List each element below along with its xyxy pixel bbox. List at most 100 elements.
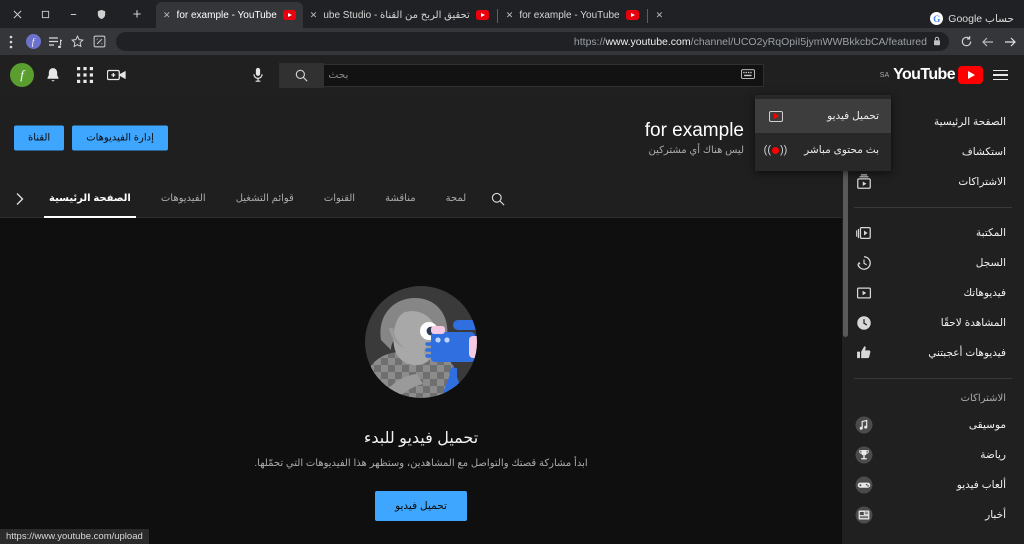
bell-icon[interactable] — [40, 62, 66, 88]
search-input[interactable]: بحث — [324, 63, 765, 87]
tab-close-icon[interactable]: ✕ — [506, 10, 514, 21]
tab-title: for example - YouTube — [176, 9, 277, 21]
browser-tab[interactable]: ✕ تحقيق الربح من القناة - ube Studio — [303, 2, 496, 28]
refresh-icon[interactable] — [955, 31, 977, 53]
browser-profile-button[interactable]: f — [22, 31, 44, 53]
address-bar[interactable]: https://www.youtube.com/channel/UCO2yRqO… — [116, 32, 949, 51]
sidebar-item-your-videos[interactable]: فيديوهاتك — [842, 278, 1024, 308]
sidebar-item-subscriptions[interactable]: الاشتراكات — [842, 167, 1024, 197]
collections-icon[interactable] — [88, 31, 110, 53]
tab-title: for example - YouTube — [519, 9, 620, 21]
sidebar-item-label: موسيقى — [968, 419, 1006, 431]
browser-tab-overflow[interactable]: ✕ — [649, 2, 671, 28]
browser-status-bar: https://www.youtube.com/upload — [0, 529, 149, 544]
video-camera-plus-icon[interactable] — [104, 62, 130, 88]
sidebar-item-label: رياضة — [980, 449, 1006, 461]
tab-discussion[interactable]: مناقشة — [370, 180, 430, 218]
kebab-menu-icon[interactable] — [0, 31, 22, 53]
microphone-icon[interactable] — [245, 62, 271, 88]
youtube-logo-text: YouTube — [893, 66, 955, 83]
google-account-button[interactable]: حساب Google G — [922, 12, 1024, 28]
reading-list-icon[interactable] — [44, 31, 66, 53]
keyboard-icon[interactable] — [741, 68, 756, 82]
your-videos-icon — [854, 283, 874, 303]
sidebar-item-label: أخبار — [985, 509, 1006, 521]
sidebar-item-label: فيديوهاتك — [963, 287, 1006, 299]
channel-tabs: لمحة مناقشة القنوات قوائم التشغيل الفيدي… — [0, 180, 842, 218]
screen: + ✕ for example - YouTube ✕ تحقيق الربح … — [0, 0, 1024, 544]
tab-close-icon[interactable]: ✕ — [656, 10, 664, 21]
sidebar-item-watch-later[interactable]: المشاهدة لاحقًا — [842, 308, 1024, 338]
youtube-logo[interactable]: YouTube SA — [880, 66, 983, 84]
subscriptions-icon — [854, 172, 874, 192]
create-video-dropdown-menu: تحميل فيديو (()) بث محتوى مباشر — [755, 95, 891, 171]
forward-arrow-icon[interactable] — [999, 31, 1021, 53]
menu-item-upload-video[interactable]: تحميل فيديو — [755, 99, 891, 133]
channel-name: for example — [644, 120, 744, 142]
sidebar-item-label: استكشاف — [961, 146, 1006, 158]
tab-home[interactable]: الصفحة الرئيسية — [34, 180, 146, 218]
watch-later-icon — [854, 313, 874, 333]
lock-icon — [933, 36, 941, 48]
upload-video-button[interactable]: تحميل فيديو — [375, 490, 467, 521]
search-button[interactable] — [279, 62, 325, 88]
sidebar-item-label: السجل — [975, 257, 1006, 269]
menu-item-label: تحميل فيديو — [827, 110, 879, 122]
youtube-apps-grid-icon[interactable] — [72, 62, 98, 88]
google-logo-icon: G — [930, 12, 944, 25]
browser-tab[interactable]: ✕ for example - YouTube — [499, 2, 646, 28]
youtube-favicon — [282, 10, 296, 20]
browser-tab[interactable]: ✕ for example - YouTube — [156, 2, 303, 28]
sidebar-item-history[interactable]: السجل — [842, 248, 1024, 278]
tab-title: تحقيق الربح من القناة - ube Studio — [323, 9, 470, 21]
back-arrow-icon[interactable] — [977, 31, 999, 53]
tab-close-icon[interactable]: ✕ — [310, 10, 318, 21]
sidebar-item-music[interactable]: موسيقى — [842, 410, 1024, 440]
sidebar-item-sports[interactable]: رياضة — [842, 440, 1024, 470]
guide-library-section: المكتبة السجل فيديوهاتك المشاهدة لاحقًا … — [842, 212, 1024, 374]
sidebar-item-label: الصفحة الرئيسية — [933, 116, 1006, 128]
tab-about[interactable]: لمحة — [431, 180, 482, 218]
news-icon — [854, 505, 874, 525]
sidebar-item-library[interactable]: المكتبة — [842, 218, 1024, 248]
thumbs-up-icon — [854, 343, 874, 363]
guide-subscriptions-section: موسيقى رياضة ألعاب فيديو أخبار — [842, 410, 1024, 536]
tab-videos[interactable]: الفيديوهات — [146, 180, 221, 218]
channel-header: f for example ليس هناك أي مشتركين إدارة … — [0, 95, 842, 180]
youtube-masthead: YouTube SA بحث f — [0, 55, 1024, 95]
chevron-right-icon[interactable] — [6, 180, 34, 218]
tab-channels[interactable]: القنوات — [309, 180, 370, 218]
upload-video-icon — [767, 108, 784, 125]
window-restore-icon[interactable] — [32, 2, 58, 26]
tab-playlists[interactable]: قوائم التشغيل — [221, 180, 309, 218]
sidebar-item-gaming[interactable]: ألعاب فيديو — [842, 470, 1024, 500]
trophy-icon — [854, 445, 874, 465]
library-icon — [854, 223, 874, 243]
menu-item-go-live[interactable]: (()) بث محتوى مباشر — [755, 133, 891, 167]
star-icon[interactable] — [66, 31, 88, 53]
sidebar-item-liked-videos[interactable]: فيديوهات أعجبتني — [842, 338, 1024, 368]
youtube-country-code: SA — [879, 71, 890, 79]
go-live-icon: (()) — [763, 144, 788, 156]
window-close-icon[interactable] — [4, 2, 30, 26]
manage-videos-button[interactable]: إدارة الفيديوهات — [72, 125, 168, 150]
gaming-icon — [854, 475, 874, 495]
avatar[interactable]: f — [10, 63, 34, 87]
browser-shield-icon[interactable] — [88, 2, 114, 26]
guide-divider — [854, 378, 1012, 379]
youtube-favicon — [625, 10, 639, 20]
menu-item-label: بث محتوى مباشر — [804, 144, 879, 156]
empty-state-description: ابدأ مشاركة قصتك والتواصل مع المشاهدين، … — [254, 457, 588, 469]
hamburger-menu-icon[interactable] — [987, 64, 1014, 87]
new-tab-button[interactable]: + — [124, 1, 150, 27]
tab-close-icon[interactable]: ✕ — [163, 10, 171, 21]
address-url: https://www.youtube.com/channel/UCO2yRqO… — [574, 36, 927, 48]
window-minimize-icon[interactable] — [60, 2, 86, 26]
sidebar-item-news[interactable]: أخبار — [842, 500, 1024, 530]
url-path: /channel/UCO2yRqOpiI5jymWWBkkcbCA/featur… — [690, 35, 927, 48]
channel-tab-search-icon[interactable] — [481, 180, 515, 218]
youtube-favicon — [475, 10, 489, 20]
search-placeholder: بحث — [328, 69, 349, 81]
customize-channel-button[interactable]: القناة — [14, 125, 65, 150]
browser-tab-strip: + ✕ for example - YouTube ✕ تحقيق الربح … — [0, 0, 1024, 28]
